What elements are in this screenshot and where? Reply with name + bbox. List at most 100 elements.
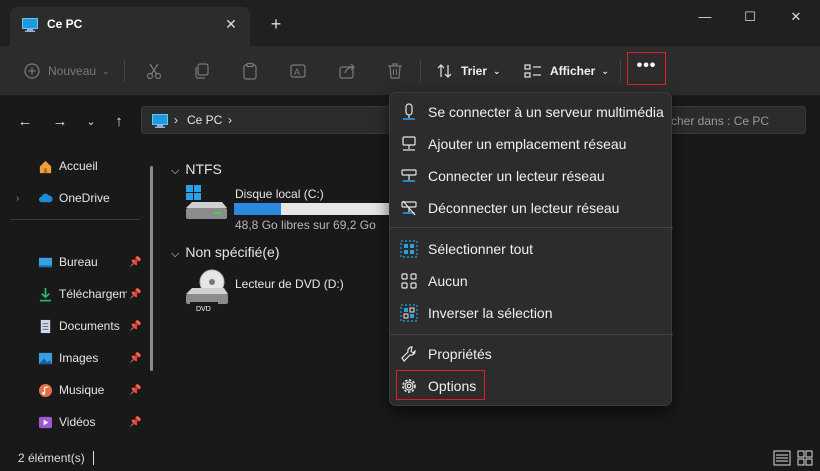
menu-item-label: Se connecter à un serveur multimédia — [428, 104, 664, 120]
share-icon — [339, 63, 355, 79]
status-bar: 2 élément(s) — [0, 446, 820, 471]
delete-button[interactable] — [386, 59, 404, 83]
pin-icon[interactable]: 📌 — [129, 289, 141, 300]
search-placeholder: rcher dans : Ce PC — [667, 114, 770, 128]
computer-icon — [22, 18, 38, 32]
sidebar-scrollbar[interactable] — [150, 166, 153, 371]
new-label: Nouveau — [48, 64, 97, 78]
map-drive-icon — [401, 169, 417, 182]
cut-button[interactable] — [145, 59, 163, 83]
back-arrow-icon[interactable]: ← — [15, 112, 35, 132]
sidebar-item-bureau[interactable]: Bureau 📌 — [0, 250, 150, 274]
see-more-button[interactable]: ••• — [627, 52, 666, 85]
group-label: NTFS — [185, 161, 222, 177]
maximize-button[interactable]: ☐ — [738, 8, 762, 26]
document-icon — [40, 319, 51, 333]
sidebar-item-images[interactable]: Images 📌 — [0, 346, 150, 370]
sidebar-item-onedrive[interactable]: › OneDrive — [0, 186, 150, 210]
search-input[interactable]: rcher dans : Ce PC — [660, 106, 806, 134]
tab-ce-pc[interactable]: Ce PC ✕ — [10, 7, 250, 46]
music-icon — [38, 383, 53, 397]
paste-button[interactable] — [241, 59, 259, 83]
download-icon — [39, 287, 52, 301]
breadcrumb-separator[interactable]: › — [174, 113, 178, 127]
sidebar-item-telechargements[interactable]: Téléchargem 📌 — [0, 282, 150, 306]
scissors-icon — [146, 63, 162, 80]
menu-item-invert-selection[interactable]: Inverser la sélection — [390, 297, 673, 329]
clipboard-icon — [243, 62, 257, 80]
computer-icon — [152, 114, 168, 128]
divider — [10, 219, 140, 220]
group-header-ntfs[interactable]: ⌵ NTFS — [171, 161, 222, 178]
recent-locations-chevron-icon[interactable]: ⌄ — [81, 112, 101, 132]
group-header-non-specifie[interactable]: ⌵ Non spécifié(e) — [171, 244, 280, 261]
address-bar[interactable]: › Ce PC › — [141, 106, 397, 134]
details-view-icon[interactable] — [772, 449, 792, 467]
image-icon — [38, 352, 53, 364]
breadcrumb-separator[interactable]: › — [228, 113, 232, 127]
home-icon — [39, 160, 52, 173]
drive-c-free-space: 48,8 Go libres sur 69,2 Go — [235, 218, 376, 232]
disconnect-drive-icon — [401, 200, 417, 216]
drive-d-name[interactable]: Lecteur de DVD (D:) — [235, 277, 344, 291]
menu-item-label: Connecter un lecteur réseau — [428, 168, 605, 184]
video-icon — [38, 416, 53, 428]
sidebar-item-documents[interactable]: Documents 📌 — [0, 314, 150, 338]
share-button[interactable] — [338, 59, 356, 83]
expand-chevron-icon[interactable]: › — [16, 193, 19, 204]
new-tab-button[interactable]: + — [266, 14, 286, 34]
rename-button[interactable]: A — [289, 59, 307, 83]
menu-item-connect-media-server[interactable]: Se connecter à un serveur multimédia — [390, 96, 673, 128]
tiles-view-icon[interactable] — [795, 449, 815, 467]
status-divider — [93, 451, 94, 465]
minimize-button[interactable]: — — [693, 8, 717, 26]
group-label: Non spécifié(e) — [185, 244, 280, 260]
sidebar-item-accueil[interactable]: Accueil — [0, 154, 150, 178]
sidebar-item-label: OneDrive — [59, 191, 110, 205]
select-all-icon — [400, 240, 418, 258]
sort-label: Trier — [461, 64, 488, 78]
divider — [420, 60, 421, 82]
pin-icon[interactable]: 📌 — [129, 385, 141, 396]
menu-item-properties[interactable]: Propriétés — [390, 338, 673, 370]
sidebar-item-label: Téléchargem — [59, 287, 127, 301]
drive-c-name[interactable]: Disque local (C:) — [235, 187, 324, 201]
wrench-icon — [401, 346, 416, 362]
navigation-pane: Accueil › OneDrive Bureau 📌 Téléchargem … — [0, 146, 160, 446]
menu-item-select-all[interactable]: Sélectionner tout — [390, 233, 673, 265]
pin-icon[interactable]: 📌 — [129, 353, 141, 364]
up-arrow-icon[interactable]: ↑ — [109, 112, 129, 132]
view-icon — [524, 64, 541, 78]
chevron-down-icon: ⌄ — [493, 65, 501, 76]
close-tab-icon[interactable]: ✕ — [222, 15, 240, 33]
sidebar-item-musique[interactable]: Musique 📌 — [0, 378, 150, 402]
menu-item-map-network-drive[interactable]: Connecter un lecteur réseau — [390, 160, 673, 192]
options-highlight — [396, 370, 485, 400]
desktop-icon — [38, 257, 53, 267]
media-server-icon — [403, 103, 415, 120]
sort-button[interactable]: Trier ⌄ — [437, 59, 501, 83]
view-label: Afficher — [550, 64, 596, 78]
new-button[interactable]: Nouveau ⌄ — [24, 59, 110, 83]
view-button[interactable]: Afficher ⌄ — [524, 59, 609, 83]
breadcrumb-ce-pc[interactable]: Ce PC — [187, 113, 222, 127]
pin-icon[interactable]: 📌 — [129, 417, 141, 428]
menu-item-disconnect-network-drive[interactable]: Déconnecter un lecteur réseau — [390, 192, 673, 224]
pin-icon[interactable]: 📌 — [129, 257, 141, 268]
menu-item-add-network-location[interactable]: Ajouter un emplacement réseau — [390, 128, 673, 160]
dvd-badge: DVD — [196, 306, 211, 313]
menu-item-label: Sélectionner tout — [428, 241, 534, 257]
chevron-down-icon: ⌄ — [102, 65, 110, 76]
divider — [620, 60, 621, 82]
menu-item-label: Ajouter un emplacement réseau — [428, 136, 627, 152]
forward-arrow-icon[interactable]: → — [50, 112, 70, 132]
copy-button[interactable] — [193, 59, 211, 83]
close-window-button[interactable]: ✕ — [784, 8, 808, 26]
menu-item-select-none[interactable]: Aucun — [390, 265, 673, 297]
sidebar-item-videos[interactable]: Vidéos 📌 — [0, 410, 150, 434]
dvd-drive-icon: DVD — [186, 269, 228, 313]
chevron-down-icon: ⌵ — [171, 248, 180, 260]
sort-icon — [437, 64, 452, 78]
pin-icon[interactable]: 📌 — [129, 321, 141, 332]
sidebar-item-label: Bureau — [59, 255, 98, 269]
